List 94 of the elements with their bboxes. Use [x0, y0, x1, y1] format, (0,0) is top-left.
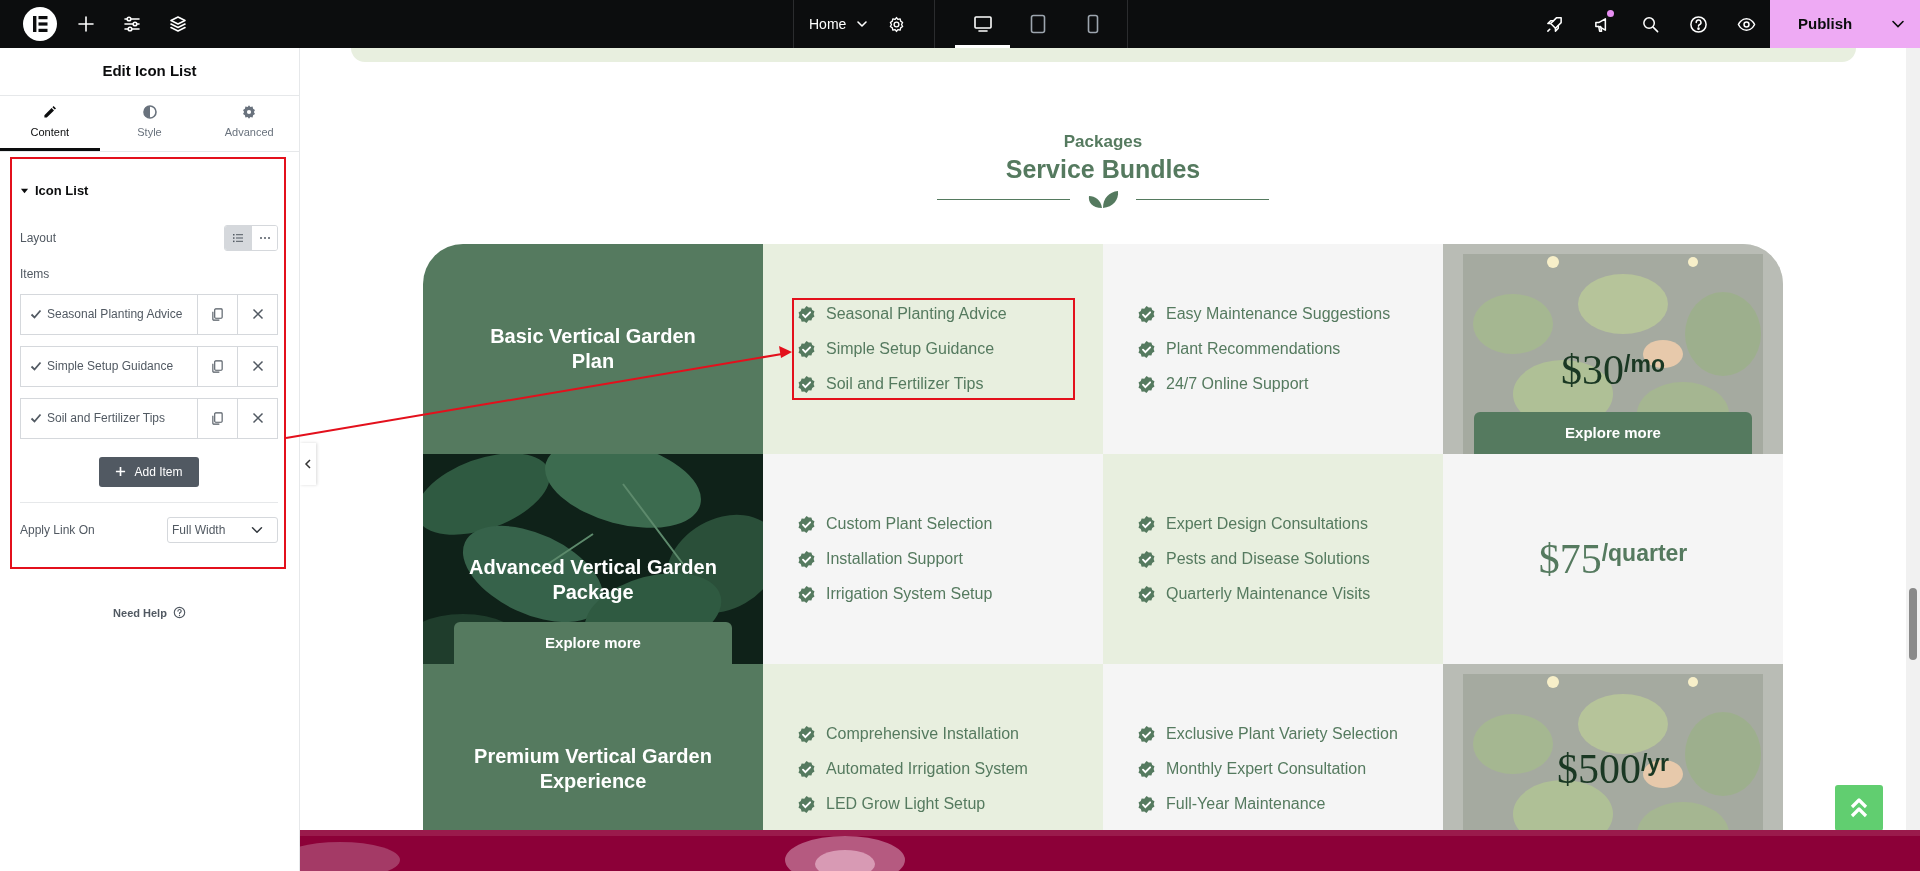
layers-icon[interactable]	[168, 14, 188, 34]
pencil-icon	[41, 103, 58, 120]
check-badge-icon	[797, 724, 816, 744]
explore-button[interactable]: Explore more	[454, 622, 732, 664]
layout-option[interactable]	[225, 225, 251, 250]
check-badge-icon	[797, 759, 816, 779]
feature-text: Full-Year Maintenance	[1166, 794, 1326, 814]
package-title: Basic Vertical Garden Plan	[490, 324, 696, 374]
check-badge-icon	[797, 374, 816, 394]
double-chevron-up-icon	[1849, 797, 1869, 819]
feature-text: Soil and Fertilizer Tips	[826, 374, 984, 394]
price-period: /mo	[1624, 353, 1665, 376]
check-badge-icon	[797, 304, 816, 324]
feature-text: Monthly Expert Consultation	[1166, 759, 1367, 779]
rocket-icon[interactable]	[1544, 14, 1564, 34]
field-label: Apply Link On	[20, 521, 95, 539]
copy-icon	[211, 411, 224, 425]
settings-icon[interactable]	[887, 15, 905, 33]
check-icon	[30, 308, 42, 320]
leaf-icon	[1086, 188, 1120, 210]
check-badge-icon	[797, 339, 816, 359]
scrollbar-thumb[interactable]	[1909, 588, 1917, 660]
check-badge-icon	[1137, 304, 1156, 324]
check-badge-icon	[1137, 549, 1156, 569]
field-label: Layout	[20, 229, 57, 247]
check-icon	[30, 360, 42, 372]
check-badge-icon	[1137, 514, 1156, 534]
close-icon	[251, 360, 264, 372]
link-select[interactable]: Full Width	[167, 516, 278, 543]
add-icon[interactable]	[76, 14, 96, 34]
panel-title: Edit Icon List	[0, 48, 299, 96]
help-icon[interactable]	[1688, 14, 1708, 34]
check-badge-icon	[1137, 374, 1156, 394]
close-icon	[251, 412, 264, 424]
feature-text: Comprehensive Installation	[826, 724, 1019, 744]
panel-tab[interactable]: Advanced	[199, 96, 299, 151]
feature-text: Pests and Disease Solutions	[1166, 549, 1370, 569]
price-period: /quarter	[1601, 542, 1688, 565]
feature-text: Installation Support	[826, 549, 963, 569]
feature-text: Exclusive Plant Variety Selection	[1166, 724, 1398, 744]
feature-text: Seasonal Planting Advice	[826, 304, 1007, 324]
section-heading: Service Bundles	[1005, 154, 1201, 184]
list-icon	[232, 231, 244, 244]
feature-text: Expert Design Consultations	[1166, 514, 1368, 534]
desktop-icon	[972, 13, 993, 34]
field-label: Items	[20, 265, 51, 283]
back-to-top-button[interactable]	[1835, 785, 1883, 831]
help-icon	[172, 606, 186, 620]
logo-icon	[23, 7, 57, 41]
help-link[interactable]: Need Help	[113, 604, 186, 621]
feature-text: Plant Recommendations	[1166, 339, 1341, 359]
publish-button[interactable]: Publish	[1770, 0, 1920, 48]
collapse-handle[interactable]	[300, 443, 316, 485]
search-icon[interactable]	[1640, 14, 1660, 34]
settings-icon	[241, 103, 258, 120]
check-badge-icon	[797, 514, 816, 534]
chevron-left-icon	[304, 459, 312, 469]
contrast-icon	[141, 103, 158, 120]
check-badge-icon	[797, 584, 816, 604]
package-title: Advanced Vertical Garden Package	[469, 555, 717, 605]
panel-tab[interactable]: Content	[0, 96, 100, 151]
close-icon	[251, 308, 264, 320]
feature-text: Easy Maintenance Suggestions	[1166, 304, 1391, 324]
explore-button[interactable]: Explore more	[1474, 412, 1752, 454]
feature-text: Quarterly Maintenance Visits	[1166, 584, 1371, 604]
copy-icon	[211, 307, 224, 321]
page-menu[interactable]: Home	[809, 13, 869, 35]
caret-icon	[20, 186, 29, 196]
check-badge-icon	[797, 549, 816, 569]
feature-text: Custom Plant Selection	[826, 514, 993, 534]
add-icon	[115, 466, 127, 477]
check-badge-icon	[1137, 759, 1156, 779]
price-amount: $75	[1538, 538, 1602, 580]
section-header[interactable]: Icon List	[20, 181, 89, 201]
scrollbar[interactable]	[1906, 48, 1920, 830]
check-badge-icon	[1137, 339, 1156, 359]
copy-icon	[211, 359, 224, 373]
panel-tab[interactable]: Style	[99, 96, 200, 151]
package-title: Premium Vertical Garden Experience	[474, 744, 712, 794]
check-badge-icon	[1137, 794, 1156, 814]
check-badge-icon	[1137, 584, 1156, 604]
feature-text: Simple Setup Guidance	[826, 339, 995, 359]
feature-text: LED Grow Light Setup	[826, 794, 986, 814]
chevron-icon	[856, 18, 869, 30]
price-amount: $30	[1561, 349, 1625, 391]
add-item-button[interactable]: Add Item	[99, 456, 199, 487]
sliders-icon[interactable]	[122, 14, 142, 34]
check-badge-icon	[1137, 724, 1156, 744]
section-eyebrow: Packages	[1063, 132, 1143, 152]
feature-text: 24/7 Online Support	[1166, 374, 1309, 394]
feature-text: Automated Irrigation System	[826, 759, 1028, 779]
feature-text: Irrigation System Setup	[826, 584, 993, 604]
check-badge-icon	[797, 794, 816, 814]
check-icon	[30, 412, 42, 424]
